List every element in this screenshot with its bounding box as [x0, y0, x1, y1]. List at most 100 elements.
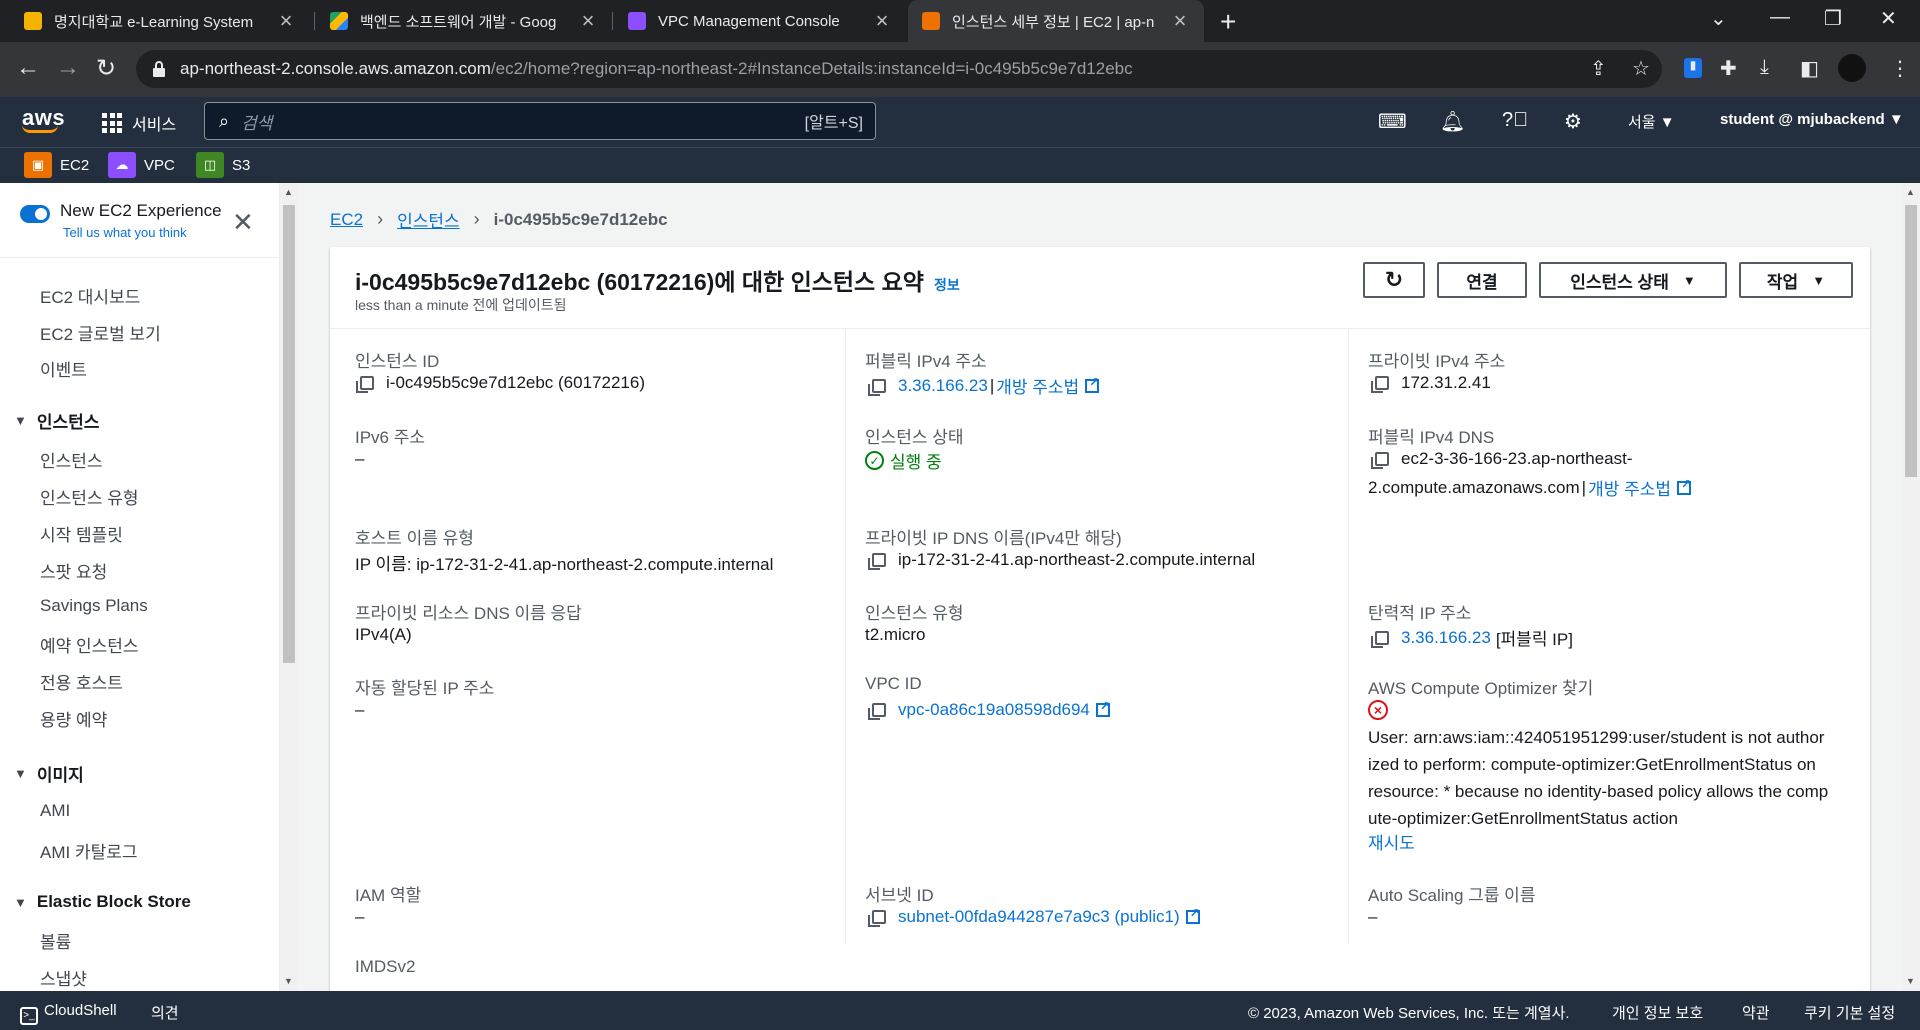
services-menu-button[interactable]: 서비스 — [102, 111, 176, 135]
sidebar-item-ami[interactable]: AMI — [40, 801, 70, 821]
breadcrumb-ec2[interactable]: EC2 — [330, 210, 363, 230]
notifications-bell-icon[interactable]: 🔔︎ — [1440, 109, 1465, 134]
sidebar-section-images[interactable]: ▼ 이미지 — [14, 761, 84, 786]
reload-icon[interactable]: ↻ — [96, 54, 116, 83]
sidebar-item-capacity-reservations[interactable]: 용량 예약 — [40, 706, 107, 731]
address-bar[interactable]: ap-northeast-2.console.aws.amazon.com /e… — [136, 50, 1662, 88]
back-arrow-icon[interactable]: ← — [16, 54, 40, 82]
account-menu[interactable]: student @ mjubackend ▼ — [1720, 111, 1904, 128]
region-selector[interactable]: 서울 ▼ — [1628, 111, 1675, 132]
scroll-up-icon[interactable]: ▲ — [284, 187, 293, 197]
breadcrumb-instances[interactable]: 인스턴스 — [397, 207, 460, 232]
refresh-button[interactable]: ↻ — [1363, 262, 1425, 298]
sidebar-item-ami-catalog[interactable]: AMI 카탈로그 — [40, 838, 138, 863]
elastic-ip-link[interactable]: 3.36.166.23 — [1401, 628, 1491, 648]
terms-link[interactable]: 약관 — [1742, 1002, 1770, 1023]
sidebar-item-dashboard[interactable]: EC2 대시보드 — [40, 283, 140, 308]
browser-tab-elearning[interactable]: 명지대학교 e-Learning System × — [10, 0, 310, 42]
vpc-id-value: vpc-0a86c19a08598d694 — [868, 699, 1110, 720]
actions-button[interactable]: 작업 ▼ — [1739, 262, 1853, 298]
aws-search-input[interactable]: ⌕ 검색 [알트+S] — [204, 102, 876, 140]
tab-search-chevron-icon[interactable]: ⌄ — [1710, 6, 1727, 31]
main-scrollbar[interactable]: ▲ ▼ — [1902, 183, 1920, 991]
close-tab-icon[interactable]: × — [578, 8, 598, 34]
copy-icon[interactable] — [868, 553, 886, 570]
favorite-s3[interactable]: ◫ S3 — [196, 152, 250, 178]
browser-tab-vpc[interactable]: VPC Management Console × — [614, 0, 906, 42]
external-link-icon[interactable] — [1185, 906, 1200, 924]
cloudshell-terminal-icon[interactable]: ⌨ — [1378, 109, 1407, 134]
browser-tab-google-drive[interactable]: 백엔드 소프트웨어 개발 - Goog × — [316, 0, 612, 42]
download-icon[interactable]: ⤓ — [1760, 56, 1769, 79]
copy-icon[interactable] — [1371, 452, 1389, 469]
external-link-icon[interactable] — [1085, 375, 1099, 393]
copy-icon[interactable] — [868, 910, 886, 927]
open-address-link[interactable]: 개방 주소법 — [996, 373, 1079, 398]
new-experience-toggle[interactable] — [20, 205, 50, 223]
bookmark-star-icon[interactable]: ☆ — [1632, 56, 1650, 81]
sidebar-scroll-thumb[interactable] — [283, 205, 295, 663]
sidebar-scrollbar[interactable]: ▲ ▼ — [280, 183, 298, 991]
sidebar-item-reserved-instances[interactable]: 예약 인스턴스 — [40, 632, 139, 657]
instance-state-value: ✓ 실행 중 — [865, 448, 942, 473]
cookie-preferences-link[interactable]: 쿠키 기본 설정 — [1804, 1002, 1895, 1023]
close-sidebar-icon[interactable]: ✕ — [232, 207, 254, 238]
close-tab-icon[interactable]: × — [276, 8, 296, 34]
scroll-down-icon[interactable]: ▼ — [1906, 976, 1915, 986]
feedback-button[interactable]: 의견 — [151, 1002, 179, 1023]
feedback-link[interactable]: Tell us what you think — [63, 225, 222, 240]
settings-gear-icon[interactable]: ⚙ — [1564, 109, 1582, 134]
close-tab-icon[interactable]: × — [872, 8, 892, 34]
cloudshell-button[interactable]: >_ CloudShell — [20, 1002, 117, 1025]
copy-icon[interactable] — [1371, 630, 1389, 648]
retry-link[interactable]: 재시도 — [1368, 829, 1415, 854]
vpc-id-link[interactable]: vpc-0a86c19a08598d694 — [898, 700, 1090, 720]
sidebar-item-volumes[interactable]: 볼륨 — [40, 928, 71, 953]
copy-icon[interactable] — [1371, 376, 1389, 393]
subnet-id-link[interactable]: subnet-00fda944287e7a9c3 (public1) — [898, 907, 1180, 927]
share-icon[interactable]: ⇪ — [1590, 56, 1607, 81]
sidebar-item-instance-types[interactable]: 인스턴스 유형 — [40, 484, 139, 509]
instance-state-label-field: 인스턴스 상태 — [865, 428, 964, 447]
sidebar-item-snapshots[interactable]: 스냅샷 — [40, 965, 87, 990]
sidebar-item-savings-plans[interactable]: Savings Plans — [40, 596, 148, 616]
info-link[interactable]: 정보 — [934, 277, 960, 293]
side-panel-icon[interactable]: ◧ — [1800, 56, 1819, 81]
connect-button[interactable]: 연결 — [1437, 262, 1527, 298]
instance-state-button[interactable]: 인스턴스 상태 ▼ — [1539, 262, 1727, 298]
main-scroll-thumb[interactable] — [1905, 205, 1917, 477]
extensions-puzzle-icon[interactable]: ✚ — [1720, 56, 1737, 81]
external-link-icon[interactable] — [1677, 477, 1691, 495]
sidebar-item-instances[interactable]: 인스턴스 — [40, 447, 103, 472]
maximize-icon[interactable]: ❐ — [1824, 6, 1842, 31]
privacy-link[interactable]: 개인 정보 보호 — [1612, 1002, 1703, 1023]
favorite-ec2[interactable]: ▣ EC2 — [24, 152, 89, 178]
forward-arrow-icon[interactable]: → — [56, 54, 80, 82]
favorite-vpc[interactable]: ☁ VPC — [108, 152, 175, 178]
sidebar-section-ebs[interactable]: ▼ Elastic Block Store — [14, 892, 191, 912]
sidebar-item-spot-requests[interactable]: 스팟 요청 — [40, 558, 107, 583]
open-address-link[interactable]: 개방 주소법 — [1588, 475, 1671, 500]
minimize-icon[interactable]: — — [1770, 6, 1790, 29]
aws-logo[interactable]: aws — [22, 105, 65, 133]
copy-icon[interactable] — [868, 378, 886, 396]
browser-tab-ec2-active[interactable]: 인스턴스 세부 정보 | EC2 | ap-n × — [908, 0, 1204, 42]
sidebar-item-global-view[interactable]: EC2 글로벌 보기 — [40, 320, 161, 345]
scroll-down-icon[interactable]: ▼ — [284, 976, 293, 986]
sidebar-item-launch-templates[interactable]: 시작 템플릿 — [40, 521, 123, 546]
sidebar-item-events[interactable]: 이벤트 — [40, 356, 87, 381]
more-menu-icon[interactable]: ⋮ — [1890, 56, 1910, 81]
sidebar-section-instances[interactable]: ▼ 인스턴스 — [14, 408, 99, 433]
scroll-up-icon[interactable]: ▲ — [1906, 187, 1915, 197]
sidebar-item-dedicated-hosts[interactable]: 전용 호스트 — [40, 669, 123, 694]
close-tab-icon[interactable]: × — [1170, 8, 1190, 34]
public-ipv4-link[interactable]: 3.36.166.23 — [898, 376, 988, 396]
new-tab-plus-icon[interactable]: + — [1220, 6, 1236, 38]
external-link-icon[interactable] — [1095, 699, 1110, 717]
extension-shield-icon[interactable]: ▮ — [1684, 58, 1702, 78]
close-window-icon[interactable]: ✕ — [1880, 6, 1897, 31]
help-icon[interactable]: ?⃝ — [1502, 109, 1528, 132]
profile-avatar[interactable] — [1838, 54, 1866, 82]
copy-icon[interactable] — [356, 376, 374, 393]
copy-icon[interactable] — [868, 703, 886, 720]
